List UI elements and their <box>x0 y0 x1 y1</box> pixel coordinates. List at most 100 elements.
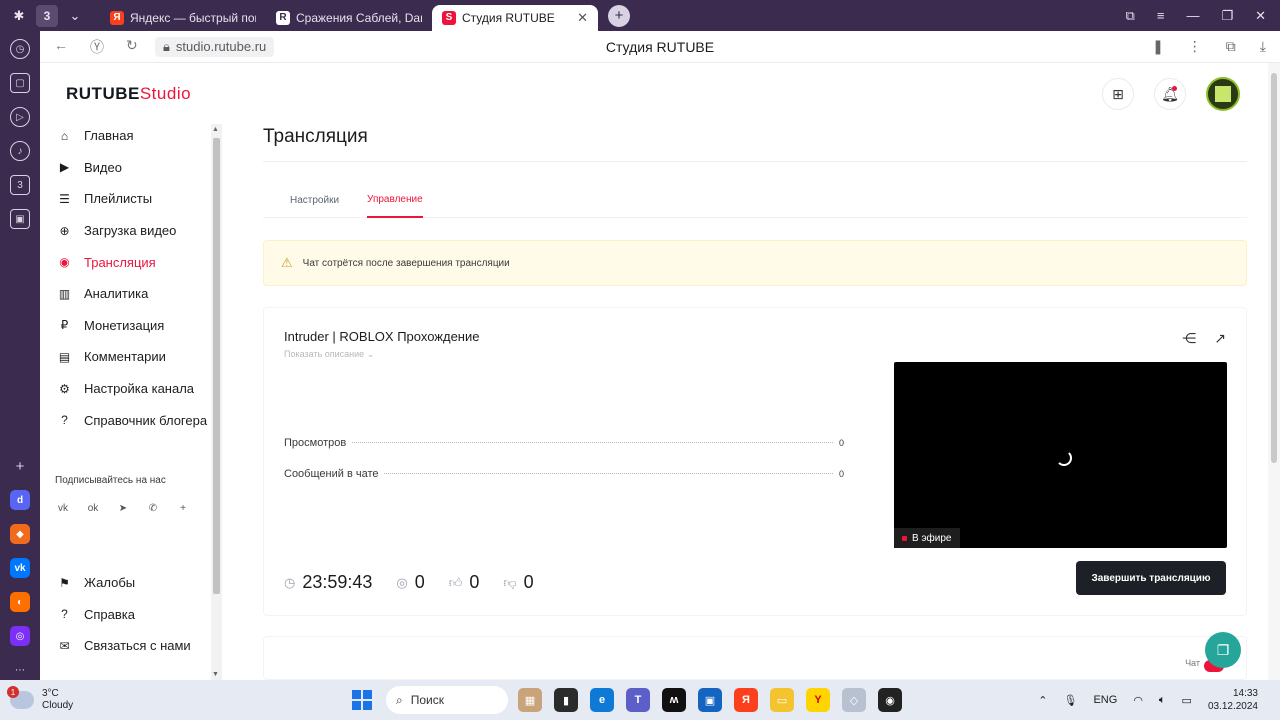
thumbs-down-icon: 👎︎ <box>503 574 517 590</box>
more-social-icon[interactable]: + <box>175 500 191 516</box>
volume-icon[interactable]: 🔈︎ <box>1159 694 1166 707</box>
sidebar-item-mail[interactable]: ✉ Связаться с нами <box>40 630 223 662</box>
page-title: Трансляция <box>263 126 368 147</box>
more-icon[interactable]: ⋮ <box>1188 38 1202 55</box>
sidebar-item-gear[interactable]: ⚙ Настройка канала <box>40 373 223 405</box>
browser-tab[interactable]: R Сражения Саблей, Dandy <box>266 5 432 31</box>
odnoklassniki-icon[interactable]: ok <box>85 500 101 516</box>
sidebar-scroll-thumb[interactable] <box>213 138 220 594</box>
alert-text: Чат сотрётся после завершения трансляции <box>302 257 510 269</box>
yandex-icon[interactable]: Я <box>734 688 758 712</box>
end-stream-button[interactable]: Завершить трансляцию <box>1076 561 1226 595</box>
avatar[interactable] <box>1206 77 1240 111</box>
browser-menu-icon[interactable]: ✱ <box>8 5 30 27</box>
edge-icon[interactable]: e <box>590 688 614 712</box>
obs-icon[interactable]: ◉ <box>878 688 902 712</box>
sidebar-item-playlist[interactable]: ☰ Плейлисты <box>40 183 223 215</box>
notes-icon[interactable]: ▢ <box>10 73 30 93</box>
tab-settings[interactable]: Настройки <box>290 184 339 218</box>
chevron-down-icon[interactable]: ⌄ <box>64 5 86 27</box>
url-field[interactable]: 🔒︎ studio.rutube.ru <box>155 36 275 57</box>
close-tab-icon[interactable]: ✕ <box>577 10 588 26</box>
store-icon[interactable]: ▣ <box>698 688 722 712</box>
bookmark-icon[interactable]: ❚ <box>1152 38 1164 55</box>
back-icon[interactable]: ← <box>54 37 68 57</box>
play-icon[interactable]: ▷ <box>10 107 30 127</box>
external-link-icon[interactable]: ↗ <box>1214 330 1226 347</box>
sidebar-item-video[interactable]: ▶ Видео <box>40 152 223 184</box>
yandex-browser-icon[interactable]: Y <box>806 688 830 712</box>
support-chat-button[interactable]: ❐ <box>1205 632 1241 668</box>
sidebar-item-question[interactable]: ? Справка <box>40 599 223 631</box>
microphone-icon[interactable]: 🎙︎ <box>1064 694 1078 707</box>
wifi-icon[interactable]: ◠ <box>1133 694 1143 707</box>
sidebar-item-home[interactable]: ⌂ Главная <box>40 120 223 152</box>
clock[interactable]: 14:33 03.12.2024 <box>1208 687 1258 713</box>
tab-counter[interactable]: 3 <box>36 4 58 27</box>
rutube-studio-logo[interactable]: RUTUBEStudio <box>66 84 191 104</box>
scroll-up-icon[interactable]: ▲ <box>212 126 219 133</box>
sidebar-item-comment[interactable]: ▤ Комментарии <box>40 341 223 373</box>
history-icon[interactable]: ◷ <box>10 39 30 59</box>
sidebar-item-analytics[interactable]: ▥ Аналитика <box>40 278 223 310</box>
maximize-icon[interactable]: ❐ <box>1221 8 1233 24</box>
minimize-icon[interactable]: — <box>1186 8 1199 24</box>
notifications-button[interactable]: 🔔︎ <box>1154 78 1186 110</box>
live-dot-icon <box>902 535 907 541</box>
page-scrollbar[interactable] <box>1268 63 1280 680</box>
add-content-button[interactable]: ⊞ <box>1102 78 1134 110</box>
share-icon[interactable]: ⋲ <box>1182 330 1196 347</box>
gallery-icon[interactable]: ▣ <box>10 209 30 229</box>
windows-start-icon[interactable] <box>352 690 372 710</box>
divider <box>263 161 1247 162</box>
show-description-link[interactable]: Показать описание ⌄ <box>284 349 374 360</box>
app-icon[interactable]: ◇ <box>842 688 866 712</box>
sidebar-item-ruble[interactable]: ₽ Монетизация <box>40 310 223 342</box>
terminal-icon[interactable]: ▮ <box>554 688 578 712</box>
bookmarks-icon[interactable]: ⧉ <box>1126 8 1135 24</box>
app-icon[interactable]: ◆ <box>10 524 30 544</box>
viber-icon[interactable]: ✆ <box>145 500 161 516</box>
more-apps-icon[interactable]: ⋯ <box>10 660 30 680</box>
telegram-icon[interactable]: ➤ <box>115 500 131 516</box>
app-icon[interactable]: ʍ <box>662 688 686 712</box>
extensions-icon[interactable]: ⧉ <box>1226 38 1236 55</box>
sidebar-item-upload[interactable]: ⊕ Загрузка видео <box>40 215 223 247</box>
reload-icon[interactable]: ↻ <box>126 37 138 57</box>
tab-management[interactable]: Управление <box>367 184 423 218</box>
thumbs-up-icon: 👍︎ <box>448 574 463 590</box>
chevron-up-icon[interactable]: ⌃ <box>1038 694 1047 707</box>
widget-icon[interactable]: ▦ <box>518 688 542 712</box>
language-indicator[interactable]: ENG <box>1093 694 1117 706</box>
taskbar-search[interactable]: ⌕ Поиск <box>386 686 508 714</box>
close-window-icon[interactable]: ✕ <box>1255 8 1266 24</box>
teams-icon[interactable]: T <box>626 688 650 712</box>
vk-icon[interactable]: vk <box>10 558 30 578</box>
new-tab-button[interactable]: + <box>608 4 630 27</box>
menu-icon[interactable]: ≡ <box>1157 8 1165 24</box>
discord-icon[interactable]: d <box>10 490 30 510</box>
sidebar-item-flag[interactable]: ⚑ Жалобы <box>40 567 223 599</box>
analytics-icon: ▥ <box>58 286 71 301</box>
music-icon[interactable]: ♪ <box>10 141 30 161</box>
timer-value: 23:59:43 <box>302 572 373 592</box>
video-player[interactable]: В эфире <box>894 362 1227 548</box>
page-scroll-thumb[interactable] <box>1271 73 1277 463</box>
add-icon[interactable]: + <box>10 456 30 476</box>
browser-tab-active[interactable]: S Студия RUTUBE ✕ <box>432 4 598 31</box>
folder-icon[interactable]: ▭ <box>770 688 794 712</box>
browser-tab[interactable]: Я Яндекс — быстрый поиск <box>100 5 266 31</box>
yandex-icon[interactable]: Ⓨ <box>90 37 104 57</box>
scroll-down-icon[interactable]: ▼ <box>212 671 219 678</box>
sidebar-scrollbar[interactable]: ▲ ▼ <box>211 124 222 680</box>
battery-icon[interactable]: ▭ <box>1182 694 1192 707</box>
vk-icon[interactable]: vk <box>55 500 71 516</box>
upload-icon: ⊕ <box>59 223 70 238</box>
sidebar-item-broadcast[interactable]: ◉ Трансляция <box>40 246 223 278</box>
download-icon[interactable]: ⤓ <box>1260 38 1266 55</box>
tab-group-icon[interactable]: 3 <box>10 175 30 195</box>
alice-icon[interactable]: ◎ <box>10 626 30 646</box>
weather-widget[interactable]: 1 3°C Cloudy <box>0 686 340 712</box>
firefox-icon[interactable]: ◐ <box>10 592 30 612</box>
sidebar-item-help-chat[interactable]: ? Справочник блогера <box>40 404 223 436</box>
